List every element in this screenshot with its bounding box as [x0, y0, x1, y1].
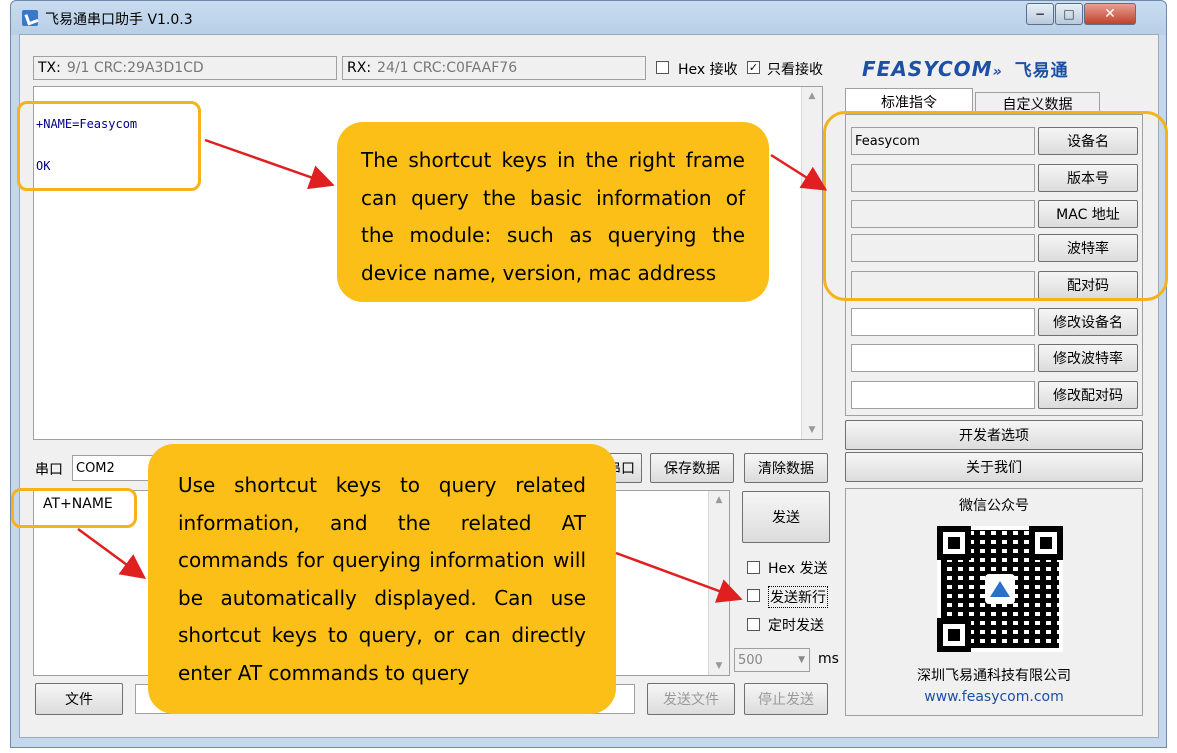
- annotation-arrows: [77, 138, 828, 603]
- arrow-sendtext-to-callout: [77, 527, 147, 579]
- arrow-receive-to-callout: [204, 138, 335, 190]
- arrow-callout-to-commands: [770, 153, 828, 191]
- arrow-callout-to-newline: [615, 551, 743, 603]
